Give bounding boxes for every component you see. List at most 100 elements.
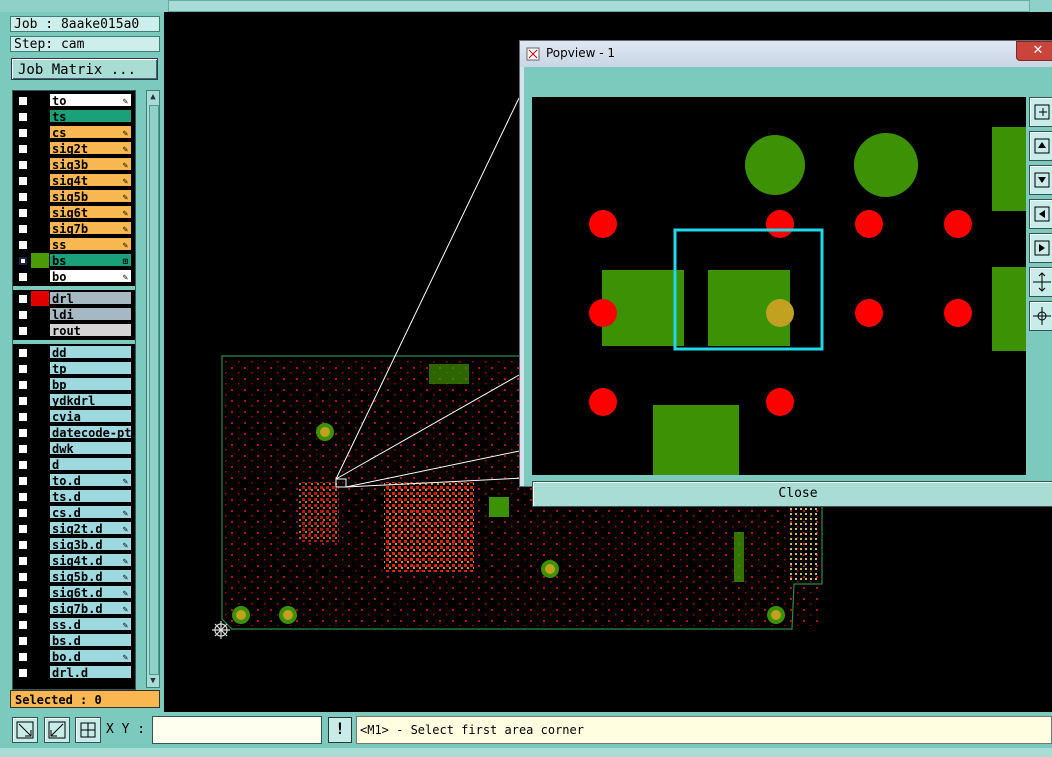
layer-row[interactable]: bo.d ✎ [13, 649, 135, 665]
layer-row[interactable]: ldi [13, 307, 135, 323]
layer-color-box[interactable] [31, 617, 49, 632]
layer-checkbox[interactable] [18, 604, 28, 614]
layer-checkbox[interactable] [18, 444, 28, 454]
layer-name[interactable]: cvia [49, 409, 132, 423]
layer-color-box[interactable] [31, 237, 49, 252]
layer-checkbox[interactable] [18, 636, 28, 646]
layer-row[interactable]: sig7b ✎ [13, 221, 135, 237]
layer-color-box[interactable] [31, 601, 49, 616]
layer-name[interactable]: sig5b ✎ [49, 189, 132, 203]
scroll-up-icon[interactable]: ▲ [148, 92, 158, 102]
layer-color-box[interactable] [31, 489, 49, 504]
layer-name[interactable]: ts.d [49, 489, 132, 503]
layer-row[interactable]: ts.d [13, 489, 135, 505]
layer-checkbox[interactable] [18, 256, 28, 266]
layer-color-box[interactable] [31, 537, 49, 552]
layer-color-box[interactable] [31, 93, 49, 108]
layer-color-box[interactable] [31, 457, 49, 472]
pan-up-icon[interactable] [1029, 131, 1052, 161]
close-icon[interactable]: ✕ [1016, 41, 1052, 61]
layer-color-box[interactable] [31, 345, 49, 360]
layer-row[interactable]: cs ✎ [13, 125, 135, 141]
job-matrix-button[interactable]: Job Matrix ... [11, 58, 158, 80]
layer-row[interactable]: d [13, 457, 135, 473]
layer-name[interactable]: sig6t ✎ [49, 205, 132, 219]
layer-name[interactable]: bp [49, 377, 132, 391]
message-button[interactable]: ! [328, 717, 352, 743]
layer-color-box[interactable] [31, 291, 49, 306]
layer-row[interactable]: rout [13, 323, 135, 339]
layer-name[interactable]: dwk [49, 441, 132, 455]
layer-name[interactable]: sig4t ✎ [49, 173, 132, 187]
layer-checkbox[interactable] [18, 476, 28, 486]
layer-checkbox[interactable] [18, 208, 28, 218]
layer-checkbox[interactable] [18, 176, 28, 186]
layer-color-box[interactable] [31, 173, 49, 188]
layer-checkbox[interactable] [18, 428, 28, 438]
layer-color-box[interactable] [31, 361, 49, 376]
layer-name[interactable]: sig2t ✎ [49, 141, 132, 155]
layer-checkbox[interactable] [18, 326, 28, 336]
layer-row[interactable]: sig4t ✎ [13, 173, 135, 189]
scroll-down-icon[interactable]: ▼ [148, 676, 158, 686]
popview-window[interactable]: Popview - 1 ✕ Close [519, 40, 1052, 507]
layer-name[interactable]: sig7b.d ✎ [49, 601, 132, 615]
layer-row[interactable]: cs.d ✎ [13, 505, 135, 521]
layer-name[interactable]: sig6t.d ✎ [49, 585, 132, 599]
layer-name[interactable]: sig2t.d ✎ [49, 521, 132, 535]
layer-name[interactable]: rout [49, 323, 132, 337]
popview-close-button[interactable]: Close [532, 481, 1052, 507]
top-scrollbar[interactable] [168, 0, 1030, 12]
layer-checkbox[interactable] [18, 310, 28, 320]
layer-checkbox[interactable] [18, 224, 28, 234]
layer-row[interactable]: bp [13, 377, 135, 393]
layer-row[interactable]: to.d ✎ [13, 473, 135, 489]
layer-color-box[interactable] [31, 521, 49, 536]
layer-row[interactable]: sig5b ✎ [13, 189, 135, 205]
layer-color-box[interactable] [31, 649, 49, 664]
layer-row[interactable]: tp [13, 361, 135, 377]
layer-checkbox[interactable] [18, 652, 28, 662]
layer-color-box[interactable] [31, 441, 49, 456]
layer-name[interactable]: tp [49, 361, 132, 375]
layer-row[interactable]: ydkdrl [13, 393, 135, 409]
layer-row[interactable]: sig6t.d ✎ [13, 585, 135, 601]
layer-row[interactable]: cvia [13, 409, 135, 425]
layer-name[interactable]: ts [49, 109, 132, 123]
layer-row[interactable]: ss ✎ [13, 237, 135, 253]
layer-name[interactable]: drl [49, 291, 132, 305]
grid-icon[interactable] [75, 717, 101, 743]
layer-name[interactable]: drl.d [49, 665, 132, 679]
layer-name[interactable]: datecode-pte [49, 425, 132, 439]
layer-color-box[interactable] [31, 109, 49, 124]
layer-name[interactable]: to.d ✎ [49, 473, 132, 487]
layer-checkbox[interactable] [18, 620, 28, 630]
layer-name[interactable]: sig4t.d ✎ [49, 553, 132, 567]
layer-row[interactable]: sig6t ✎ [13, 205, 135, 221]
layer-color-box[interactable] [31, 307, 49, 322]
zoom-in-icon[interactable] [1029, 267, 1052, 297]
layer-checkbox[interactable] [18, 96, 28, 106]
layer-color-box[interactable] [31, 409, 49, 424]
layer-color-box[interactable] [31, 377, 49, 392]
layer-name[interactable]: sig5b.d ✎ [49, 569, 132, 583]
layer-checkbox[interactable] [18, 396, 28, 406]
layer-color-box[interactable] [31, 633, 49, 648]
layer-row[interactable]: datecode-pte [13, 425, 135, 441]
layer-name[interactable]: sig7b ✎ [49, 221, 132, 235]
layer-checkbox[interactable] [18, 294, 28, 304]
layer-checkbox[interactable] [18, 192, 28, 202]
layer-name[interactable]: ss ✎ [49, 237, 132, 251]
layer-name[interactable]: cs ✎ [49, 125, 132, 139]
layer-row[interactable]: sig3b ✎ [13, 157, 135, 173]
fit-icon[interactable] [1029, 97, 1052, 127]
layer-name[interactable]: bo.d ✎ [49, 649, 132, 663]
layer-color-box[interactable] [31, 205, 49, 220]
layer-name[interactable]: sig3b ✎ [49, 157, 132, 171]
layer-color-box[interactable] [31, 323, 49, 338]
layer-checkbox[interactable] [18, 380, 28, 390]
layer-name[interactable]: ydkdrl [49, 393, 132, 407]
layer-row[interactable]: sig5b.d ✎ [13, 569, 135, 585]
layer-row[interactable]: drl.d [13, 665, 135, 681]
layer-row[interactable]: ts [13, 109, 135, 125]
